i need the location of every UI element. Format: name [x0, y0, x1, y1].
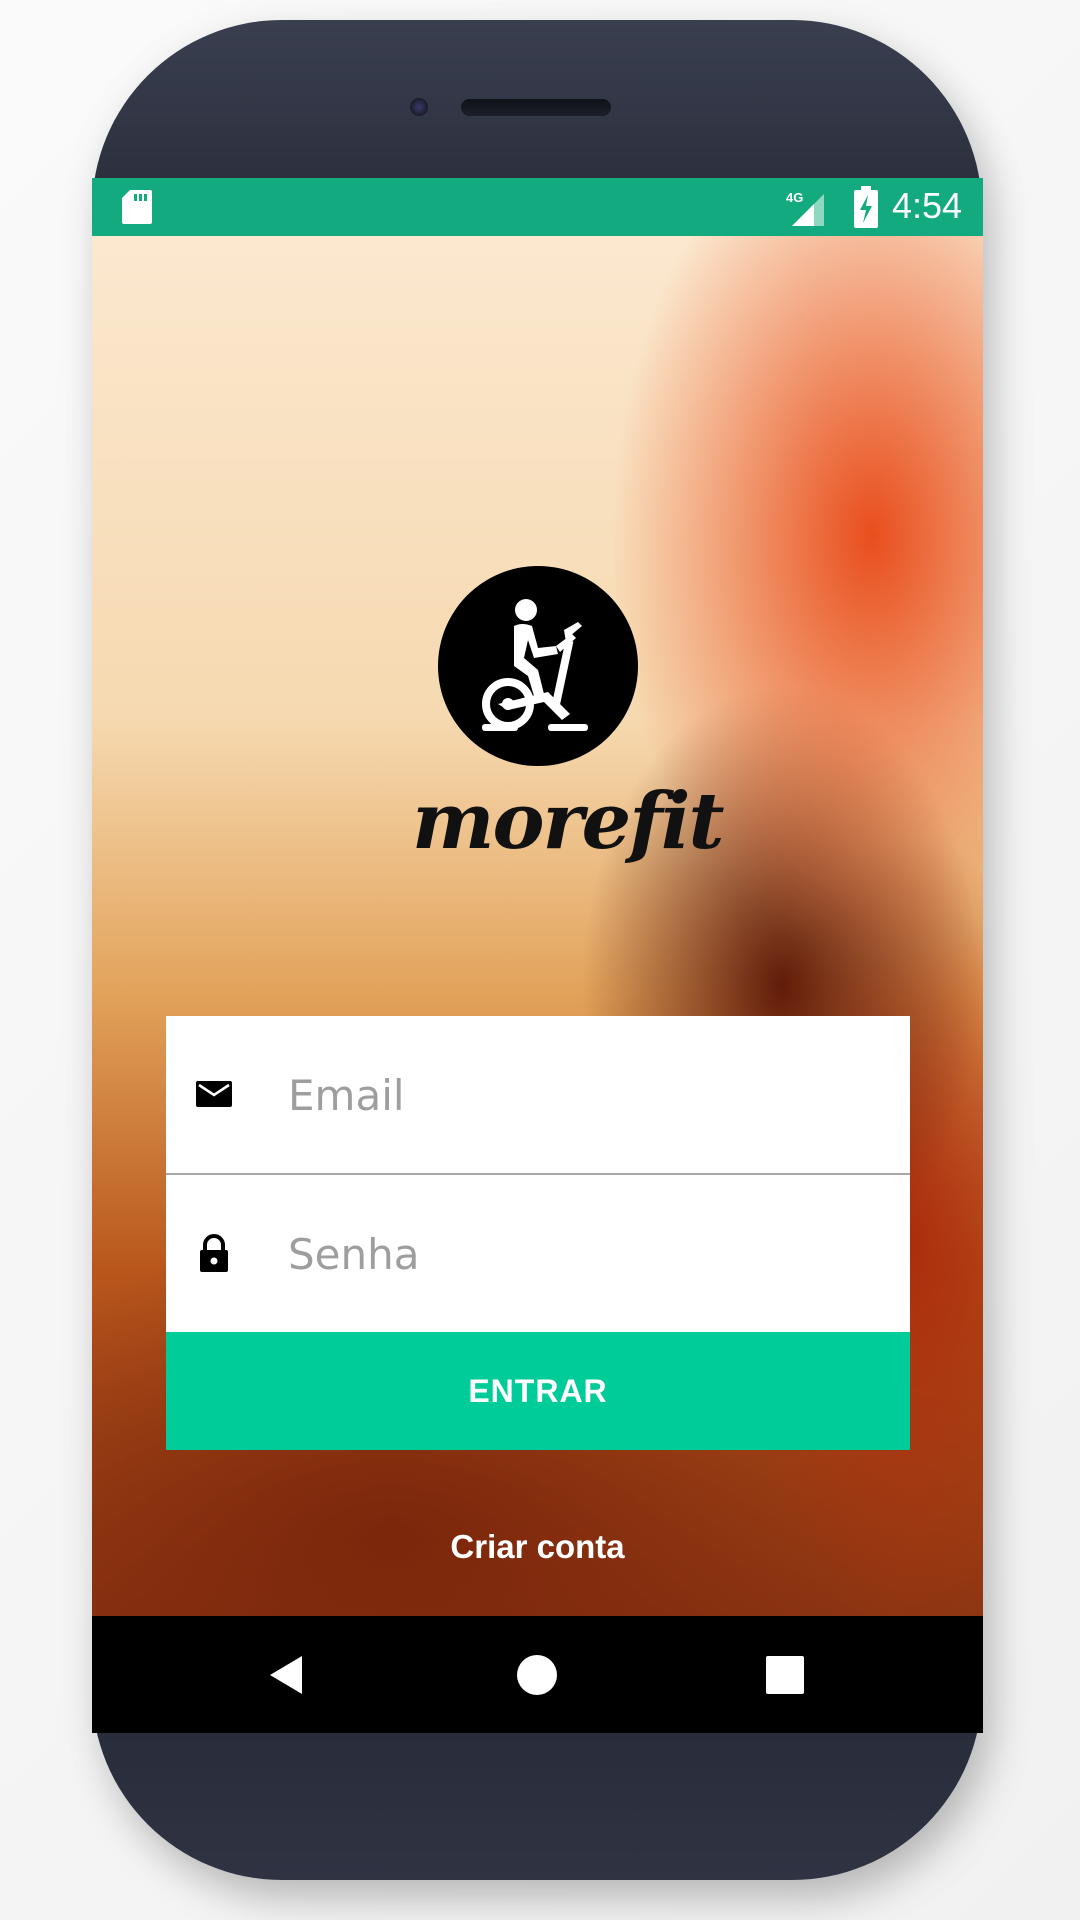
lock-icon	[200, 1234, 228, 1272]
navigation-bar	[92, 1616, 983, 1733]
create-account-link[interactable]: Criar conta	[92, 1528, 983, 1566]
email-input[interactable]	[286, 1056, 870, 1134]
login-form: ENTRAR	[166, 1016, 910, 1450]
recents-icon[interactable]	[760, 1650, 810, 1700]
battery-charging-icon	[854, 186, 878, 228]
exercise-bike-icon	[482, 599, 588, 731]
device-screen: 4G 4:54 morefit Email ENTRAR Criar conta	[92, 178, 983, 1733]
network-type: 4G	[786, 190, 803, 205]
signal-icon: 4G	[786, 190, 824, 226]
brand-wordmark: morefit	[412, 776, 725, 867]
home-icon[interactable]	[512, 1650, 562, 1700]
email-field-container	[166, 1016, 910, 1175]
logo	[438, 566, 638, 766]
status-time: 4:54	[892, 185, 963, 226]
sd-card-icon	[122, 190, 152, 224]
login-screen: morefit ENTRAR Criar conta	[92, 236, 983, 1616]
password-field-container	[166, 1175, 910, 1332]
password-input[interactable]	[286, 1215, 870, 1293]
mail-icon	[196, 1081, 232, 1107]
status-bar: 4G 4:54	[92, 178, 983, 236]
front-camera	[410, 98, 428, 116]
earpiece-speaker	[461, 99, 611, 116]
back-icon[interactable]	[264, 1650, 314, 1700]
login-button[interactable]: ENTRAR	[166, 1332, 910, 1450]
